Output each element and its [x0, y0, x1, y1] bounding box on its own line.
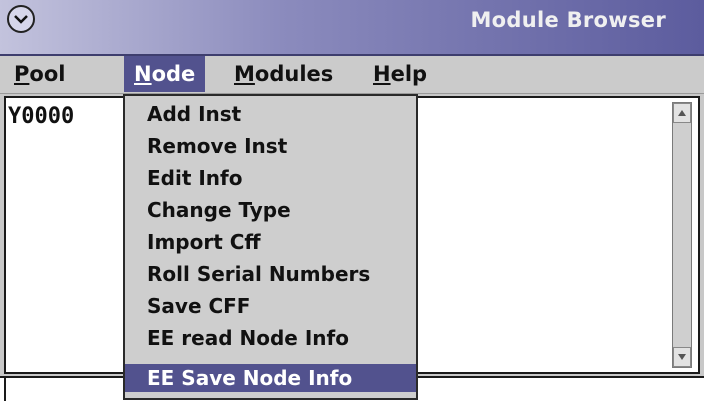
menu-modules-label-rest: odules: [254, 62, 334, 86]
menu-help-label-rest: elp: [390, 62, 428, 86]
menu-modules[interactable]: Modules: [234, 56, 333, 92]
menu-pool-accel: P: [14, 62, 30, 86]
menu-node[interactable]: Node: [124, 56, 206, 92]
menu-item-edit-info[interactable]: Edit Info: [125, 164, 416, 192]
menu-modules-accel: M: [234, 62, 255, 86]
menu-item-ee-read-node-info[interactable]: EE read Node Info: [125, 324, 416, 352]
menu-node-accel: N: [134, 62, 152, 86]
menu-node-label-rest: ode: [151, 62, 196, 86]
divider: [4, 376, 6, 401]
menu-item-import-cff[interactable]: Import Cff: [125, 228, 416, 256]
window-menu-button[interactable]: [7, 5, 35, 33]
menu-item-remove-inst[interactable]: Remove Inst: [125, 132, 416, 160]
menu-item-save-cff[interactable]: Save CFF: [125, 292, 416, 320]
menu-pool-label-rest: ool: [29, 62, 66, 86]
chevron-down-icon: [14, 15, 28, 24]
window-title: Module Browser: [470, 8, 666, 32]
vertical-scrollbar[interactable]: [672, 102, 692, 368]
menu-pool[interactable]: Pool: [14, 56, 65, 92]
menu-help-accel: H: [373, 62, 391, 86]
node-menu-dropdown: Add Inst Remove Inst Edit Info Change Ty…: [123, 94, 418, 400]
menu-item-roll-serial-numbers[interactable]: Roll Serial Numbers: [125, 260, 416, 288]
scroll-up-button[interactable]: [673, 103, 691, 123]
arrow-up-icon: [678, 110, 686, 116]
menu-help[interactable]: Help: [373, 56, 427, 92]
scroll-down-button[interactable]: [673, 347, 691, 367]
menu-item-ee-save-node-info[interactable]: EE Save Node Info: [125, 364, 416, 392]
list-item[interactable]: Y0000: [8, 104, 74, 129]
menu-item-add-inst[interactable]: Add Inst: [125, 100, 416, 128]
menu-item-change-type[interactable]: Change Type: [125, 196, 416, 224]
title-bar: Module Browser: [0, 0, 704, 56]
menu-bar: Pool Node Modules Help: [0, 56, 704, 94]
arrow-down-icon: [678, 354, 686, 360]
